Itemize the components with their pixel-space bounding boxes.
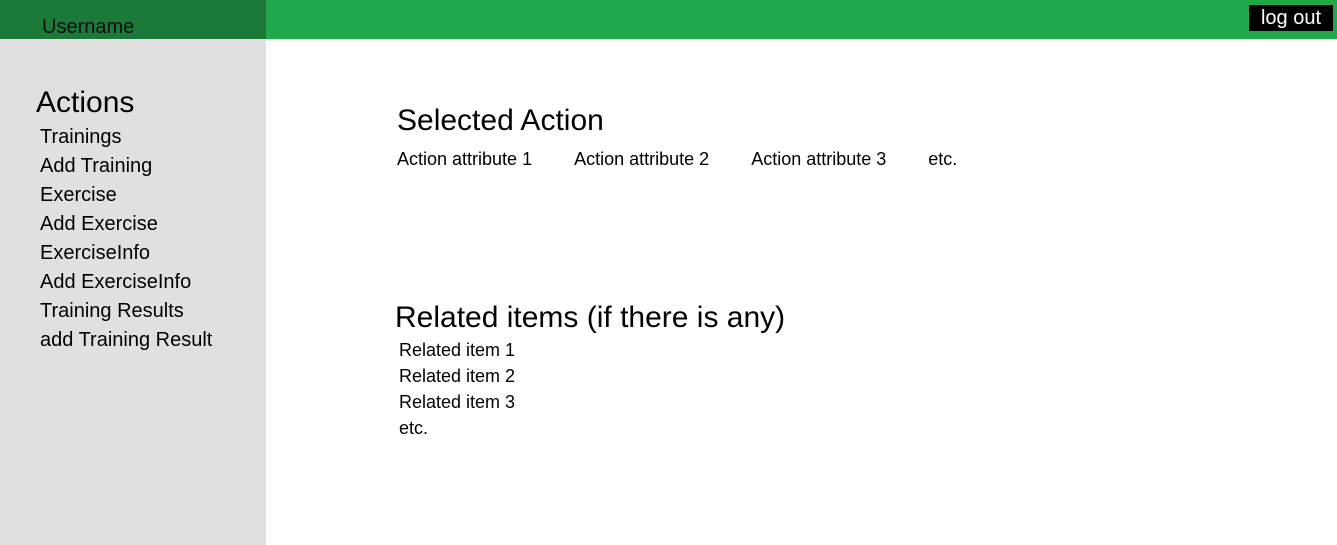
action-attributes: Action attribute 1 Action attribute 2 Ac…	[397, 147, 999, 171]
sidebar-title: Actions	[36, 86, 135, 119]
sidebar-item-add-training-result[interactable]: add Training Result	[40, 326, 212, 355]
related-item[interactable]: Related item 1	[399, 337, 515, 363]
sidebar-menu: Trainings Add Training Exercise Add Exer…	[40, 123, 212, 355]
sidebar-item-trainings[interactable]: Trainings	[40, 123, 212, 152]
user-block: Username	[0, 0, 266, 39]
username-label: Username	[42, 16, 135, 38]
related-items-title: Related items (if there is any)	[395, 301, 786, 334]
top-bar: Username log out	[0, 0, 1337, 39]
main-content: Selected Action Action attribute 1 Actio…	[266, 39, 1337, 545]
action-attribute: Action attribute 3	[751, 149, 887, 169]
sidebar-item-add-exerciseinfo[interactable]: Add ExerciseInfo	[40, 268, 212, 297]
sidebar-item-exerciseinfo[interactable]: ExerciseInfo	[40, 239, 212, 268]
related-item[interactable]: Related item 2	[399, 363, 515, 389]
selected-action-title: Selected Action	[397, 104, 604, 137]
action-attribute: etc.	[928, 149, 958, 169]
sidebar-item-training-results[interactable]: Training Results	[40, 297, 212, 326]
related-item[interactable]: Related item 3	[399, 389, 515, 415]
action-attribute: Action attribute 1	[397, 149, 533, 169]
action-attribute: Action attribute 2	[574, 149, 710, 169]
logout-button[interactable]: log out	[1249, 5, 1333, 31]
sidebar-item-exercise[interactable]: Exercise	[40, 181, 212, 210]
page: Username log out Actions Trainings Add T…	[0, 0, 1337, 545]
sidebar: Actions Trainings Add Training Exercise …	[0, 39, 266, 545]
related-items-list: Related item 1 Related item 2 Related it…	[399, 337, 515, 441]
related-item: etc.	[399, 418, 429, 438]
sidebar-item-add-training[interactable]: Add Training	[40, 152, 212, 181]
sidebar-item-add-exercise[interactable]: Add Exercise	[40, 210, 212, 239]
